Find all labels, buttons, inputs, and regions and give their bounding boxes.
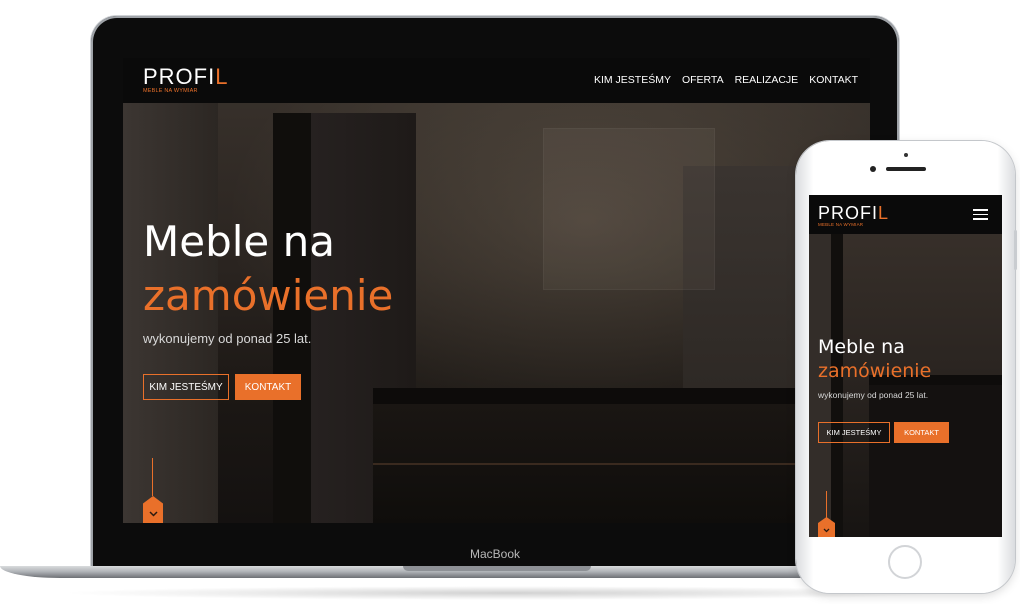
nav-item-oferta[interactable]: OFERTA [682,74,724,86]
scroll-indicator-line [152,458,153,496]
main-nav: KIM JESTEŚMY OFERTA REALIZACJE KONTAKT [594,74,858,86]
device-label: MacBook [469,547,521,561]
contact-button[interactable]: KONTAKT [235,374,301,400]
nav-item-realizacje[interactable]: REALIZACJE [735,74,799,86]
mobile-hero-subtitle: wykonujemy od ponad 25 lat. [818,390,929,400]
logo-brand: PROFIL [143,64,229,89]
mobile-logo-mark: L [878,203,890,223]
phone-sensor [904,153,908,157]
laptop-screen: PROFIL MEBLE NA WYMIAR KIM JESTEŚMY OFER… [123,58,870,523]
hamburger-icon[interactable] [973,209,988,220]
mobile-hero-background-column [831,234,843,537]
mobile-hero-background-cabinet [809,234,831,537]
hero-subtitle: wykonujemy od ponad 25 lat. [143,331,312,346]
hero-title-line2: zamówienie [143,271,394,320]
nav-item-kim-jestesmy[interactable]: KIM JESTEŚMY [594,74,671,86]
hero-title-line1: Meble na [143,217,335,266]
mobile-logo-brand: PROFIL [818,203,890,223]
phone-speaker [886,167,926,171]
chevron-down-icon [148,510,158,517]
logo-mark: L [215,64,229,89]
mobile-hero-title-line1: Meble na [818,336,905,358]
phone-camera [870,166,876,172]
site-logo[interactable]: PROFIL MEBLE NA WYMIAR [143,66,228,95]
mobile-hero-background-cabinets [869,385,1002,537]
mobile-contact-button[interactable]: KONTAKT [894,422,949,443]
about-us-button[interactable]: KIM JESTEŚMY [143,374,229,400]
phone-side-button [1014,230,1017,270]
site-header: PROFIL MEBLE NA WYMIAR KIM JESTEŚMY OFER… [123,58,870,103]
mobile-hero-title-line2: zamówienie [818,360,932,382]
laptop-notch [403,566,591,571]
mobile-scroll-indicator-line [826,491,827,519]
nav-item-kontakt[interactable]: KONTAKT [809,74,858,86]
mobile-site-logo[interactable]: PROFIL MEBLE NA WYMIAR [818,204,889,228]
phone-home-button[interactable] [888,545,922,579]
hero-background-window [543,128,715,290]
logo-tagline: MEBLE NA WYMIAR [143,88,198,94]
phone-screen: PROFIL MEBLE NA WYMIAR Meble na zamówien… [809,195,1002,537]
mobile-about-us-button[interactable]: KIM JESTEŚMY [818,422,890,443]
chevron-down-icon [823,528,830,532]
mobile-header: PROFIL MEBLE NA WYMIAR [809,195,1002,234]
